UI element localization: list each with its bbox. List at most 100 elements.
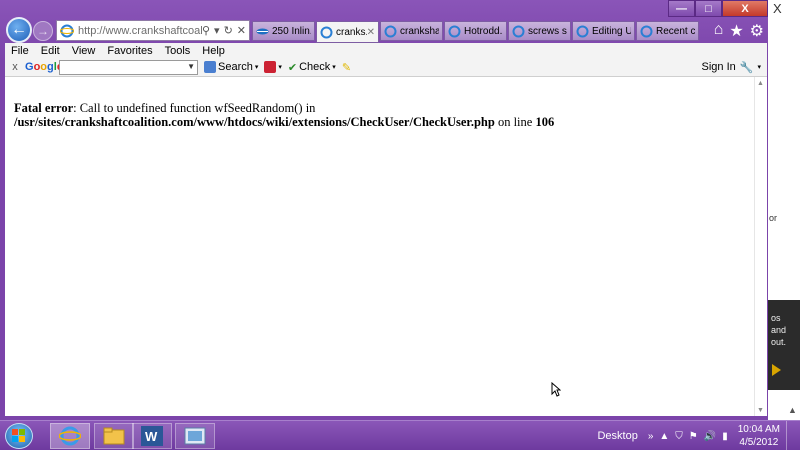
internet-explorer-icon bbox=[59, 426, 81, 446]
toolbar-close-icon[interactable]: x bbox=[5, 61, 25, 73]
google-search-label: Search bbox=[218, 61, 253, 73]
tab-item[interactable]: Recent c... bbox=[636, 21, 699, 41]
clock[interactable]: 10:04 AM 4/5/2012 bbox=[738, 423, 780, 449]
search-dropdown-icon[interactable]: ▼ bbox=[187, 62, 195, 71]
scroll-down-icon[interactable]: ▼ bbox=[757, 406, 764, 414]
action-center-flag-icon[interactable]: ⚑ bbox=[689, 431, 698, 442]
menu-tools[interactable]: Tools bbox=[165, 45, 191, 57]
tab-label: screws sn... bbox=[528, 25, 567, 37]
tab-item[interactable]: screws sn... bbox=[508, 21, 571, 41]
volume-icon[interactable]: 🔊 bbox=[704, 431, 716, 442]
popup-blocker-button[interactable]: ▾ bbox=[264, 61, 282, 73]
chevron-down-icon: ▾ bbox=[278, 64, 282, 71]
tab-label: crankshaf... bbox=[400, 25, 439, 37]
menu-view[interactable]: View bbox=[72, 45, 96, 57]
tab-close-icon[interactable]: ✕ bbox=[367, 27, 375, 38]
clock-date: 4/5/2012 bbox=[739, 437, 779, 448]
menu-favorites[interactable]: Favorites bbox=[107, 45, 152, 57]
background-close-icon[interactable]: X bbox=[773, 1, 782, 16]
google-toolbar: x Google ▼ Search ▾ ▾ ✔ Check ▾ ✎ Sign I… bbox=[5, 58, 767, 77]
mouse-cursor-icon bbox=[551, 382, 561, 397]
network-icon[interactable]: ▮ bbox=[722, 431, 728, 442]
taskbar-word-button[interactable]: W bbox=[132, 423, 172, 449]
start-button[interactable] bbox=[5, 423, 33, 449]
menu-bar: File Edit View Favorites Tools Help bbox=[5, 43, 767, 58]
security-shield-icon[interactable]: ⛉ bbox=[675, 431, 683, 442]
ie-page-icon bbox=[640, 25, 653, 37]
promo-line: and bbox=[771, 325, 787, 335]
tab-item[interactable]: 250 Inlin... bbox=[252, 21, 315, 41]
ie-page-icon bbox=[448, 25, 461, 37]
google-search-input[interactable]: ▼ bbox=[59, 59, 198, 75]
show-desktop-button[interactable] bbox=[786, 421, 796, 450]
scroll-up-icon[interactable]: ▲ bbox=[757, 79, 764, 87]
dropdown-icon[interactable]: ▾ bbox=[214, 24, 220, 37]
close-button[interactable]: X bbox=[722, 0, 768, 17]
popup-blocker-icon bbox=[264, 61, 277, 73]
sign-in-button[interactable]: Sign In 🔧 ▾ bbox=[702, 61, 761, 74]
php-error-message: Fatal error: Call to undefined function … bbox=[14, 101, 749, 129]
error-label: Fatal error bbox=[14, 101, 74, 115]
error-line-number: 106 bbox=[535, 115, 555, 129]
ie-page-icon bbox=[512, 25, 525, 37]
clock-time: 10:04 AM bbox=[737, 424, 780, 435]
desktop-toolbar[interactable]: Desktop bbox=[597, 430, 637, 442]
taskbar-ie-button[interactable] bbox=[50, 423, 90, 449]
ie-page-icon bbox=[576, 25, 589, 37]
ie-page-icon bbox=[60, 24, 74, 37]
menu-file[interactable]: File bbox=[11, 45, 29, 57]
check-label: Check bbox=[299, 61, 331, 73]
system-tray: Desktop » ▲ ⛉ ⚑ 🔊 ▮ 10:04 AM 4/5/2012 bbox=[597, 421, 796, 450]
sign-in-label: Sign In bbox=[701, 61, 736, 73]
window-caption-buttons: — □ X bbox=[668, 0, 768, 17]
tab-item-active[interactable]: cranks... ✕ bbox=[316, 21, 379, 43]
tab-item[interactable]: crankshaf... bbox=[380, 21, 443, 41]
google-search-button[interactable]: Search ▾ bbox=[204, 61, 258, 73]
menu-help[interactable]: Help bbox=[202, 45, 225, 57]
tab-item[interactable]: Hotrodd... bbox=[444, 21, 507, 41]
show-hidden-icons-icon[interactable]: ▲ bbox=[659, 431, 669, 442]
taskbar-photo-button[interactable] bbox=[175, 423, 215, 449]
back-button[interactable]: ← bbox=[6, 17, 32, 43]
svg-text:W: W bbox=[145, 429, 158, 444]
favorites-star-icon[interactable]: ★ bbox=[729, 21, 743, 41]
tab-label: cranks... bbox=[336, 26, 367, 38]
home-icon[interactable]: ⌂ bbox=[714, 21, 724, 41]
search-icon bbox=[204, 61, 216, 73]
menu-edit[interactable]: Edit bbox=[41, 45, 60, 57]
refresh-icon[interactable]: ↻ bbox=[224, 24, 233, 37]
browser-command-icons: ⌂ ★ ⚙ bbox=[714, 21, 764, 41]
vertical-scrollbar[interactable]: ▲ ▼ bbox=[754, 77, 767, 416]
tab-label: 250 Inlin... bbox=[272, 25, 311, 37]
page-content: Fatal error: Call to undefined function … bbox=[5, 77, 767, 416]
taskbar-explorer-button[interactable] bbox=[94, 423, 134, 449]
search-icon[interactable]: ⚲ bbox=[202, 24, 210, 37]
spell-check-button[interactable]: ✔ Check ▾ bbox=[288, 61, 336, 74]
gear-icon[interactable]: ⚙ bbox=[750, 21, 764, 41]
background-snippet: or bbox=[769, 213, 778, 223]
address-bar[interactable]: http://www.crankshaftcoali... ⚲ ▾ ↻ ✕ bbox=[56, 20, 250, 41]
windows-logo-icon bbox=[12, 429, 25, 442]
address-url[interactable]: http://www.crankshaftcoali... bbox=[74, 25, 202, 37]
chevron-down-icon: ▾ bbox=[332, 64, 336, 71]
wrench-icon[interactable]: 🔧 bbox=[740, 61, 754, 74]
error-file-path: /usr/sites/crankshaftcoalition.com/www/h… bbox=[14, 115, 495, 129]
maximize-button[interactable]: □ bbox=[695, 0, 722, 17]
background-scroll-up-icon[interactable]: ▲ bbox=[788, 405, 797, 415]
chevron-right-icon[interactable]: » bbox=[648, 431, 654, 442]
google-logo: Google bbox=[25, 61, 63, 73]
photo-viewer-icon bbox=[184, 427, 206, 445]
highlight-button[interactable]: ✎ bbox=[342, 61, 351, 74]
site-icon bbox=[256, 28, 269, 34]
stop-icon[interactable]: ✕ bbox=[237, 24, 246, 37]
tab-strip: 250 Inlin... cranks... ✕ crankshaf... H bbox=[252, 21, 700, 43]
minimize-button[interactable]: — bbox=[668, 0, 695, 17]
error-message: : Call to undefined function wfSeedRando… bbox=[73, 101, 316, 115]
forward-arrow-icon: → bbox=[37, 24, 49, 38]
tab-item[interactable]: Editing U... bbox=[572, 21, 635, 41]
play-icon[interactable] bbox=[772, 364, 781, 376]
forward-button[interactable]: → bbox=[33, 21, 53, 41]
back-arrow-icon: ← bbox=[11, 21, 27, 38]
taskbar: W Desktop » ▲ ⛉ ⚑ 🔊 ▮ 10:04 AM 4/5/2012 bbox=[0, 420, 800, 450]
ie-page-icon bbox=[320, 26, 333, 38]
